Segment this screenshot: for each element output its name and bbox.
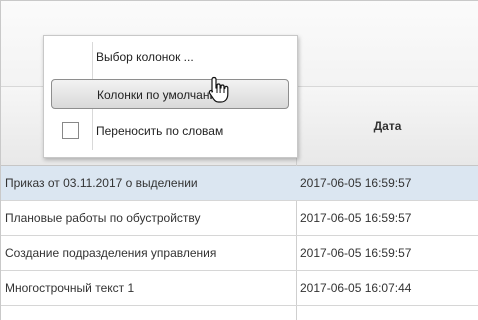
unchecked-checkbox-icon[interactable] [62,122,79,139]
table-row[interactable]: Приказ от 03.11.2017 о выделении 2017-06… [1,166,478,201]
table-row[interactable]: Плановые работы по обустройству 2017-06-… [1,201,478,236]
menu-item-default-columns[interactable]: Колонки по умолчанию [51,79,289,109]
table-row[interactable]: Создание подразделения управления 2017-0… [1,236,478,271]
menu-item-wrap-words[interactable]: Переносить по словам [96,121,223,141]
row-title: Многострочный текст 1 [5,281,135,295]
hand-pointer-icon [208,76,229,103]
row-title: Создание подразделения управления [5,246,217,260]
table-row[interactable]: Многострочный текст 1 2017-06-05 16:07:4… [1,271,478,306]
row-title: Приказ от 03.11.2017 о выделении [5,176,198,190]
row-date: 2017-06-05 16:07:44 [300,281,412,295]
row-title: Плановые работы по обустройству [5,211,201,225]
row-date: 2017-06-05 16:59:57 [300,211,412,225]
column-header-date[interactable]: Дата [297,87,478,165]
row-date: 2017-06-05 16:59:57 [300,246,412,260]
column-options-menu: Выбор колонок ... Колонки по умолчанию П… [43,35,298,158]
row-date: 2017-06-05 16:59:57 [300,176,412,190]
menu-item-choose-columns[interactable]: Выбор колонок ... [96,47,194,67]
